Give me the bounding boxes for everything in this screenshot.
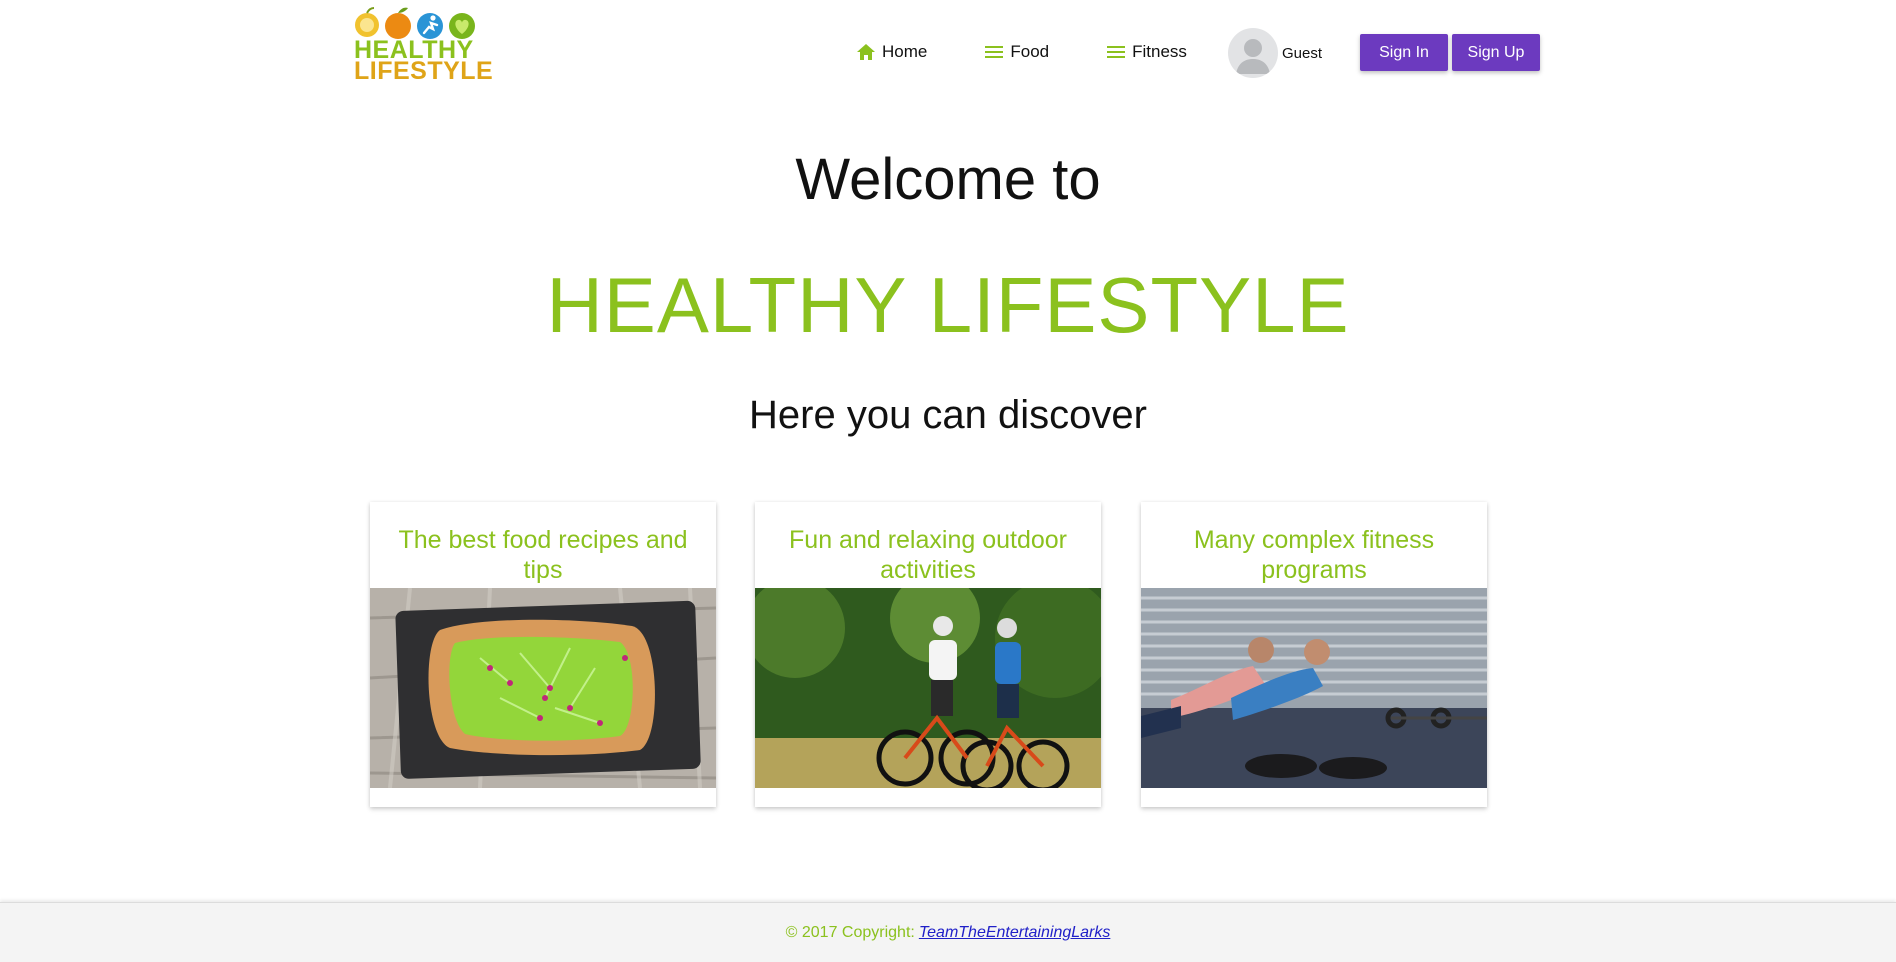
main-nav: Home Food Fitness <box>846 30 1197 74</box>
logo-wordmark: HEALTHY LIFESTYLE <box>354 38 494 85</box>
guest-label: Guest <box>1282 44 1323 62</box>
cycling-couple-photo <box>755 588 1101 788</box>
user-silhouette-icon <box>1236 39 1270 74</box>
home-icon <box>857 44 875 60</box>
gym-workout-photo <box>1141 588 1487 788</box>
nav-fitness-label: Fitness <box>1132 42 1187 61</box>
nav-home[interactable]: Home <box>846 30 937 74</box>
sign-up-button[interactable]: Sign Up <box>1452 34 1540 71</box>
apple-icon <box>355 7 379 37</box>
card-outdoor[interactable]: Fun and relaxing outdoor activities <box>755 502 1101 807</box>
nav-fitness[interactable]: Fitness <box>1096 30 1197 74</box>
menu-icon <box>985 46 1004 58</box>
card-food[interactable]: The best food recipes and tips <box>370 502 716 807</box>
copyright-text: © 2017 Copyright: <box>785 923 915 941</box>
card-fitness[interactable]: Many complex fitness programs <box>1141 502 1487 807</box>
brand-heading: HEALTHY LIFESTYLE <box>546 261 1350 349</box>
page: HEALTHY LIFESTYLE Home Food Fitness Gues… <box>0 0 1896 962</box>
nav-home-label: Home <box>882 42 928 61</box>
nav-food-label: Food <box>1010 42 1050 61</box>
logo-line-2: LIFESTYLE <box>354 57 494 85</box>
card-title: Fun and relaxing outdoor activities <box>789 526 1067 584</box>
welcome-heading: Welcome to <box>795 147 1101 212</box>
sign-in-button[interactable]: Sign In <box>1360 34 1448 71</box>
avocado-toast-photo <box>370 588 716 788</box>
site-logo[interactable]: HEALTHY LIFESTYLE <box>354 5 494 85</box>
orange-fruit-icon <box>385 7 411 39</box>
discover-subheading: Here you can discover <box>749 393 1147 437</box>
menu-icon <box>1107 46 1126 58</box>
nav-food[interactable]: Food <box>974 30 1059 74</box>
user-menu[interactable]: Guest <box>1228 28 1322 78</box>
card-title: The best food recipes and tips <box>398 526 688 584</box>
card-title: Many complex fitness programs <box>1193 526 1435 584</box>
avatar <box>1228 28 1278 78</box>
footer: © 2017 Copyright: TeamTheEntertainingLar… <box>0 902 1896 962</box>
team-link[interactable]: TeamTheEntertainingLarks <box>919 924 1111 942</box>
